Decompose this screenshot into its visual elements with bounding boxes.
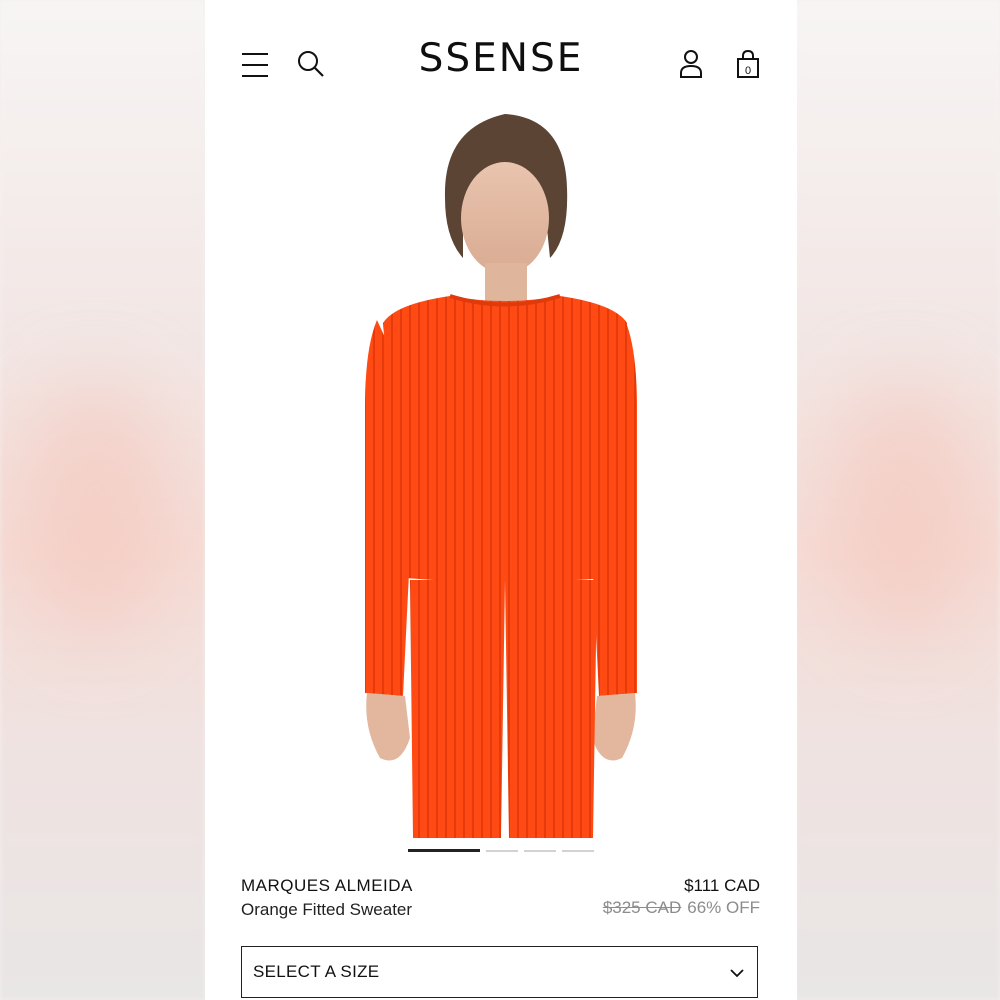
right-pant-leg: [505, 580, 597, 838]
phone-screen: SSENSE 0 MARQUES ALMEIDA Orange Fitted S…: [205, 0, 797, 1000]
product-name: Orange Fitted Sweater: [241, 900, 413, 919]
pagination-dot[interactable]: [562, 850, 594, 852]
site-logo[interactable]: SSENSE: [205, 36, 797, 81]
account-icon[interactable]: [675, 48, 707, 80]
original-price: $325 CAD: [602, 898, 682, 917]
discount-badge: 66% OFF: [687, 898, 760, 917]
background-blob: [830, 380, 980, 640]
chevron-down-icon: [729, 964, 745, 984]
current-price: $111 CAD: [684, 876, 760, 895]
product-image[interactable]: [205, 108, 797, 838]
pagination-dot[interactable]: [486, 850, 518, 852]
pagination-dot-active[interactable]: [408, 849, 480, 852]
size-select-label: SELECT A SIZE: [253, 962, 380, 981]
face: [461, 162, 549, 274]
product-brand[interactable]: MARQUES ALMEIDA: [241, 876, 413, 896]
top-nav-bar: SSENSE 0: [205, 30, 797, 100]
background-blob: [20, 380, 170, 640]
gallery-pagination: [408, 849, 598, 854]
price-discount-row: $325 CAD 66% OFF: [603, 898, 760, 918]
pagination-dot[interactable]: [524, 850, 556, 852]
sweater-body: [383, 296, 627, 582]
size-select-dropdown[interactable]: SELECT A SIZE: [241, 946, 758, 998]
left-pant-leg: [410, 580, 505, 838]
bag-count: 0: [745, 65, 751, 77]
shopping-bag-icon[interactable]: 0: [732, 48, 764, 80]
